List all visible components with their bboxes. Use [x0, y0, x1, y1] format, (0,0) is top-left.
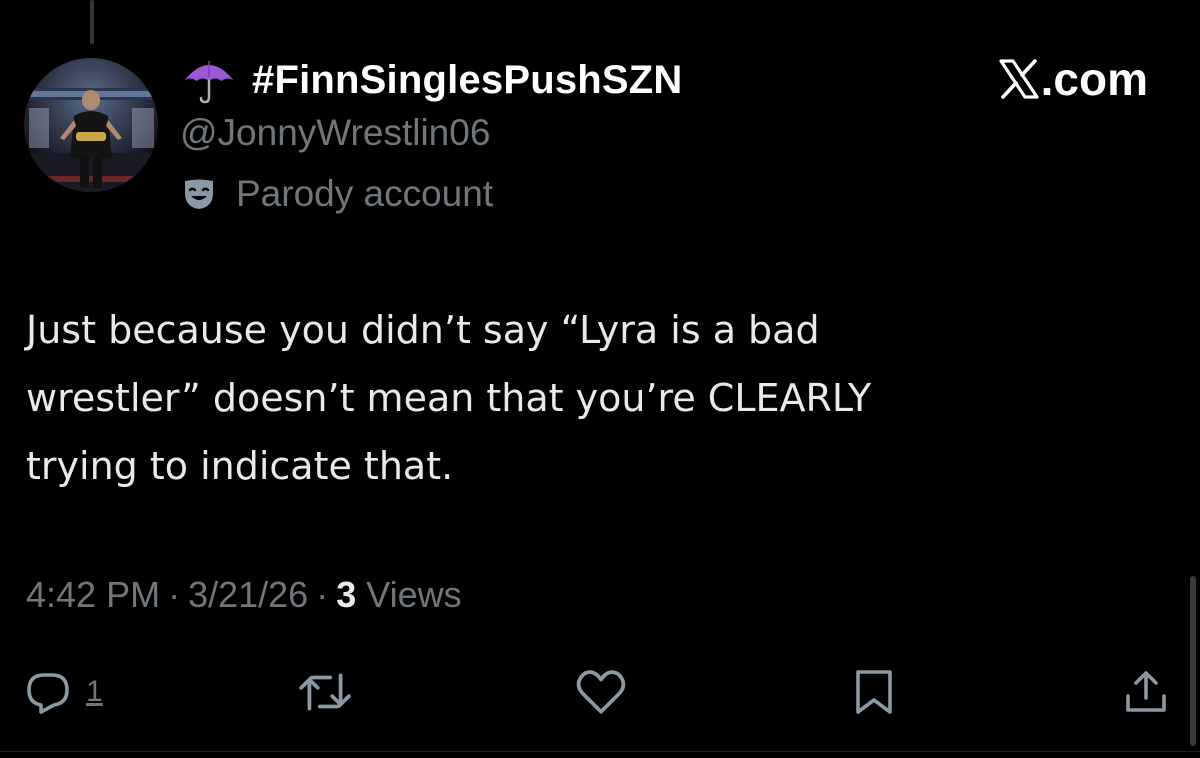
retweet-button[interactable]: [298, 660, 352, 724]
x-com-watermark: .com: [998, 50, 1148, 108]
tweet-text-line: trying to indicate that.: [26, 444, 454, 488]
parody-label-row: Parody account: [182, 170, 493, 218]
tweet-text-line: Just because you didn’t say “Lyra is a b…: [26, 308, 820, 352]
theater-mask-icon: [182, 177, 216, 211]
display-name: #FinnSinglesPushSZN: [252, 57, 683, 102]
tweet-time[interactable]: 4:42 PM: [26, 574, 160, 616]
bottom-divider: [0, 751, 1200, 752]
like-button[interactable]: [574, 660, 628, 724]
like-icon: [576, 670, 626, 714]
meta-separator: ·: [168, 574, 181, 615]
display-name-row[interactable]: #FinnSinglesPushSZN: [180, 52, 683, 108]
share-icon: [1126, 671, 1166, 712]
retweet-icon: [299, 673, 351, 711]
views-count: 3: [336, 574, 357, 615]
meta-separator: ·: [316, 574, 329, 615]
umbrella-icon: [180, 55, 238, 105]
avatar-image: [24, 58, 158, 192]
x-logo-icon: [998, 58, 1040, 100]
reply-icon: [27, 673, 69, 714]
bookmark-icon: [856, 670, 892, 714]
user-handle[interactable]: @JonnyWrestlin06: [180, 112, 490, 154]
tweet-meta: 4:42 PM · 3/21/26 · 3 Views: [26, 570, 462, 620]
avatar[interactable]: [24, 58, 158, 192]
tweet-date[interactable]: 3/21/26: [188, 574, 308, 616]
parody-account-label: Parody account: [236, 173, 494, 214]
reply-count: 1: [86, 675, 103, 708]
scrollbar[interactable]: [1190, 576, 1196, 746]
tweet-text-line: wrestler” doesn’t mean that you’re CLEAR…: [26, 376, 872, 420]
brand-text: .com: [1040, 53, 1148, 105]
tweet-actions-bar: 1: [0, 660, 1200, 724]
reply-button[interactable]: 1: [24, 660, 103, 724]
share-button[interactable]: [1122, 660, 1170, 724]
bookmark-button[interactable]: [850, 660, 898, 724]
views-label: Views: [366, 574, 462, 615]
thread-connector-line: [90, 0, 94, 44]
tweet-text: Just because you didn’t say “Lyra is a b…: [26, 296, 1126, 500]
